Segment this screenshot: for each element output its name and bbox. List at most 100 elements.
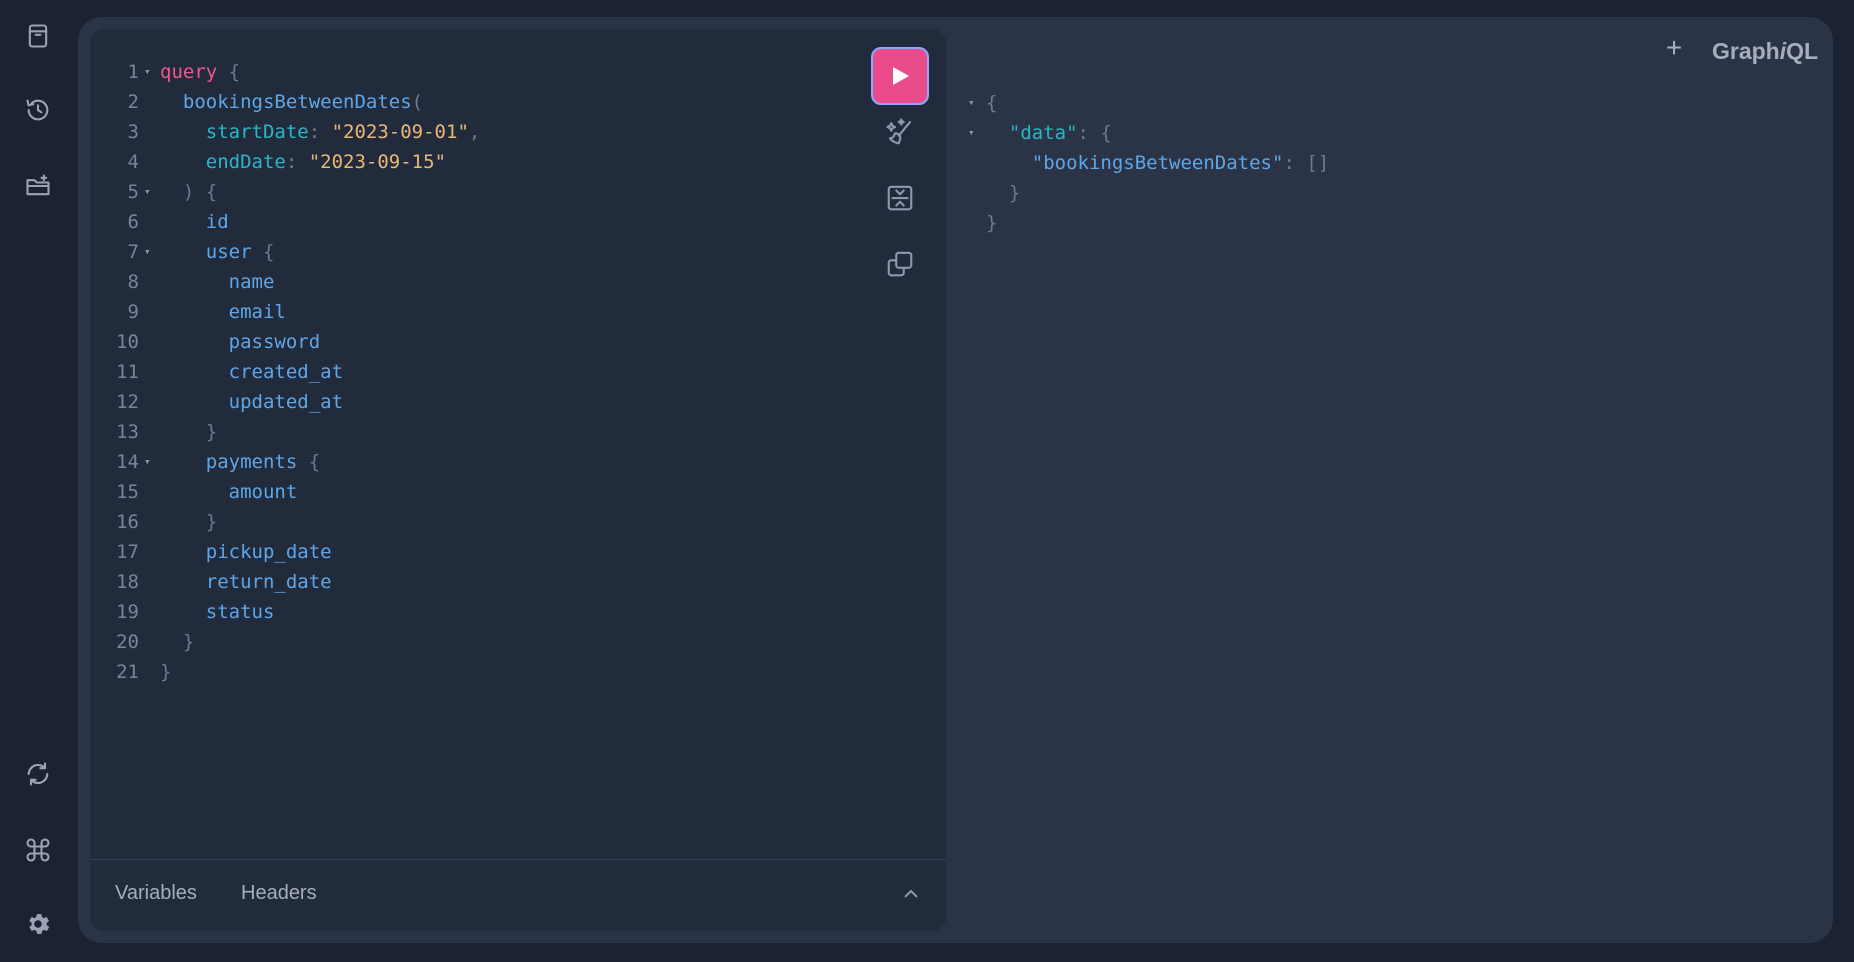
code-token: { [297,451,321,473]
code-text: endDate: "2023-09-15" [160,147,446,177]
code-token: name [228,271,275,293]
result-token: "data" [1008,122,1078,144]
line-number: 18 [116,571,139,593]
logo-prefix: Graph [1712,38,1780,64]
result-token [986,122,1009,144]
code-token: : [308,121,332,143]
settings-icon [29,914,50,934]
copy-icon [887,251,913,277]
add-tab-button[interactable]: + [1660,34,1688,62]
line-number: 10 [116,331,139,353]
result-text: } [986,178,1020,208]
line-number: 2 [127,91,139,113]
history-button[interactable] [20,92,56,128]
code-token: query [160,61,218,83]
code-line: 20 } [90,627,870,657]
line-number: 15 [116,481,139,503]
editor-tools-bar: Variables Headers [90,859,946,931]
shortcuts-button[interactable] [20,832,56,868]
result-token [986,152,1032,174]
fold-toggle-icon[interactable]: ▾ [144,177,151,207]
line-number: 21 [116,661,139,683]
code-line: 9 email [90,297,870,327]
fold-toggle-icon[interactable]: ▾ [968,88,975,118]
code-text: startDate: "2023-09-01", [160,117,481,147]
line-number: 6 [127,211,139,233]
result-token: } [986,212,998,234]
play-icon [893,67,909,85]
code-token: { [251,241,275,263]
result-token: } [986,182,1021,204]
prettify-button[interactable] [883,115,917,149]
add-folder-icon [26,174,50,196]
line-number: 7 [127,241,139,263]
result-text: } [986,208,997,238]
code-token: amount [228,481,298,503]
code-line: 19 status [90,597,870,627]
code-line: 18 return_date [90,567,870,597]
code-line: 1 ▾ query { [90,57,870,87]
keyboard-shortcuts-icon [26,838,50,862]
merge-fragments-button[interactable] [883,181,917,215]
code-token: "2023-09-01" [331,121,469,143]
code-line: 8 name [90,267,870,297]
prettify-icon [886,118,912,145]
fold-toggle-icon[interactable]: ▾ [144,57,151,87]
toggle-editor-tools-button[interactable] [901,884,921,904]
code-line: 5 ▾ ) { [90,177,870,207]
code-line: 12 updated_at [90,387,870,417]
code-token: { [217,61,241,83]
line-number: 12 [116,391,139,413]
code-token: : [285,151,309,173]
code-line: 7 ▾ user { [90,237,870,267]
docs-button[interactable] [20,18,56,54]
refetch-schema-icon [27,762,49,786]
code-line: 15 amount [90,477,870,507]
code-line: 2 bookingsBetweenDates( [90,87,870,117]
code-text: } [160,657,171,687]
line-number: 14 [116,451,139,473]
code-token: endDate [205,151,286,173]
add-folder-button[interactable] [20,168,56,204]
code-line: 3 startDate: "2023-09-01", [90,117,870,147]
fold-toggle-icon[interactable]: ▾ [144,237,151,267]
code-token: email [228,301,286,323]
code-text: updated_at [160,387,343,417]
copy-query-button[interactable] [883,247,917,281]
code-token: } [160,421,218,443]
code-token: user [205,241,252,263]
line-number: 4 [127,151,139,173]
fold-toggle-icon[interactable]: ▾ [968,118,975,148]
tab-variables[interactable]: Variables [115,882,197,905]
query-code[interactable]: 1 ▾ query {2 bookingsBetweenDates(3 startD… [90,57,870,687]
code-text: } [160,417,217,447]
execute-query-button[interactable] [871,47,929,105]
result-text: { [986,88,997,118]
fold-toggle-icon[interactable]: ▾ [144,447,151,477]
code-line: 14 ▾ payments { [90,447,870,477]
tab-headers[interactable]: Headers [241,882,317,905]
code-text: pickup_date [160,537,332,567]
code-line: 10 password [90,327,870,357]
code-text: email [160,297,286,327]
code-text: return_date [160,567,332,597]
line-number: 9 [127,301,139,323]
result-token: { [986,92,998,114]
result-text: "data": { [986,118,1112,148]
settings-button[interactable] [20,906,56,942]
refetch-schema-button[interactable] [20,756,56,792]
code-line: 16 } [90,507,870,537]
code-token: } [160,511,218,533]
line-number: 17 [116,541,139,563]
query-editor[interactable]: 1 ▾ query {2 bookingsBetweenDates(3 startD… [90,29,946,931]
code-token: password [228,331,321,353]
code-token: status [205,601,275,623]
